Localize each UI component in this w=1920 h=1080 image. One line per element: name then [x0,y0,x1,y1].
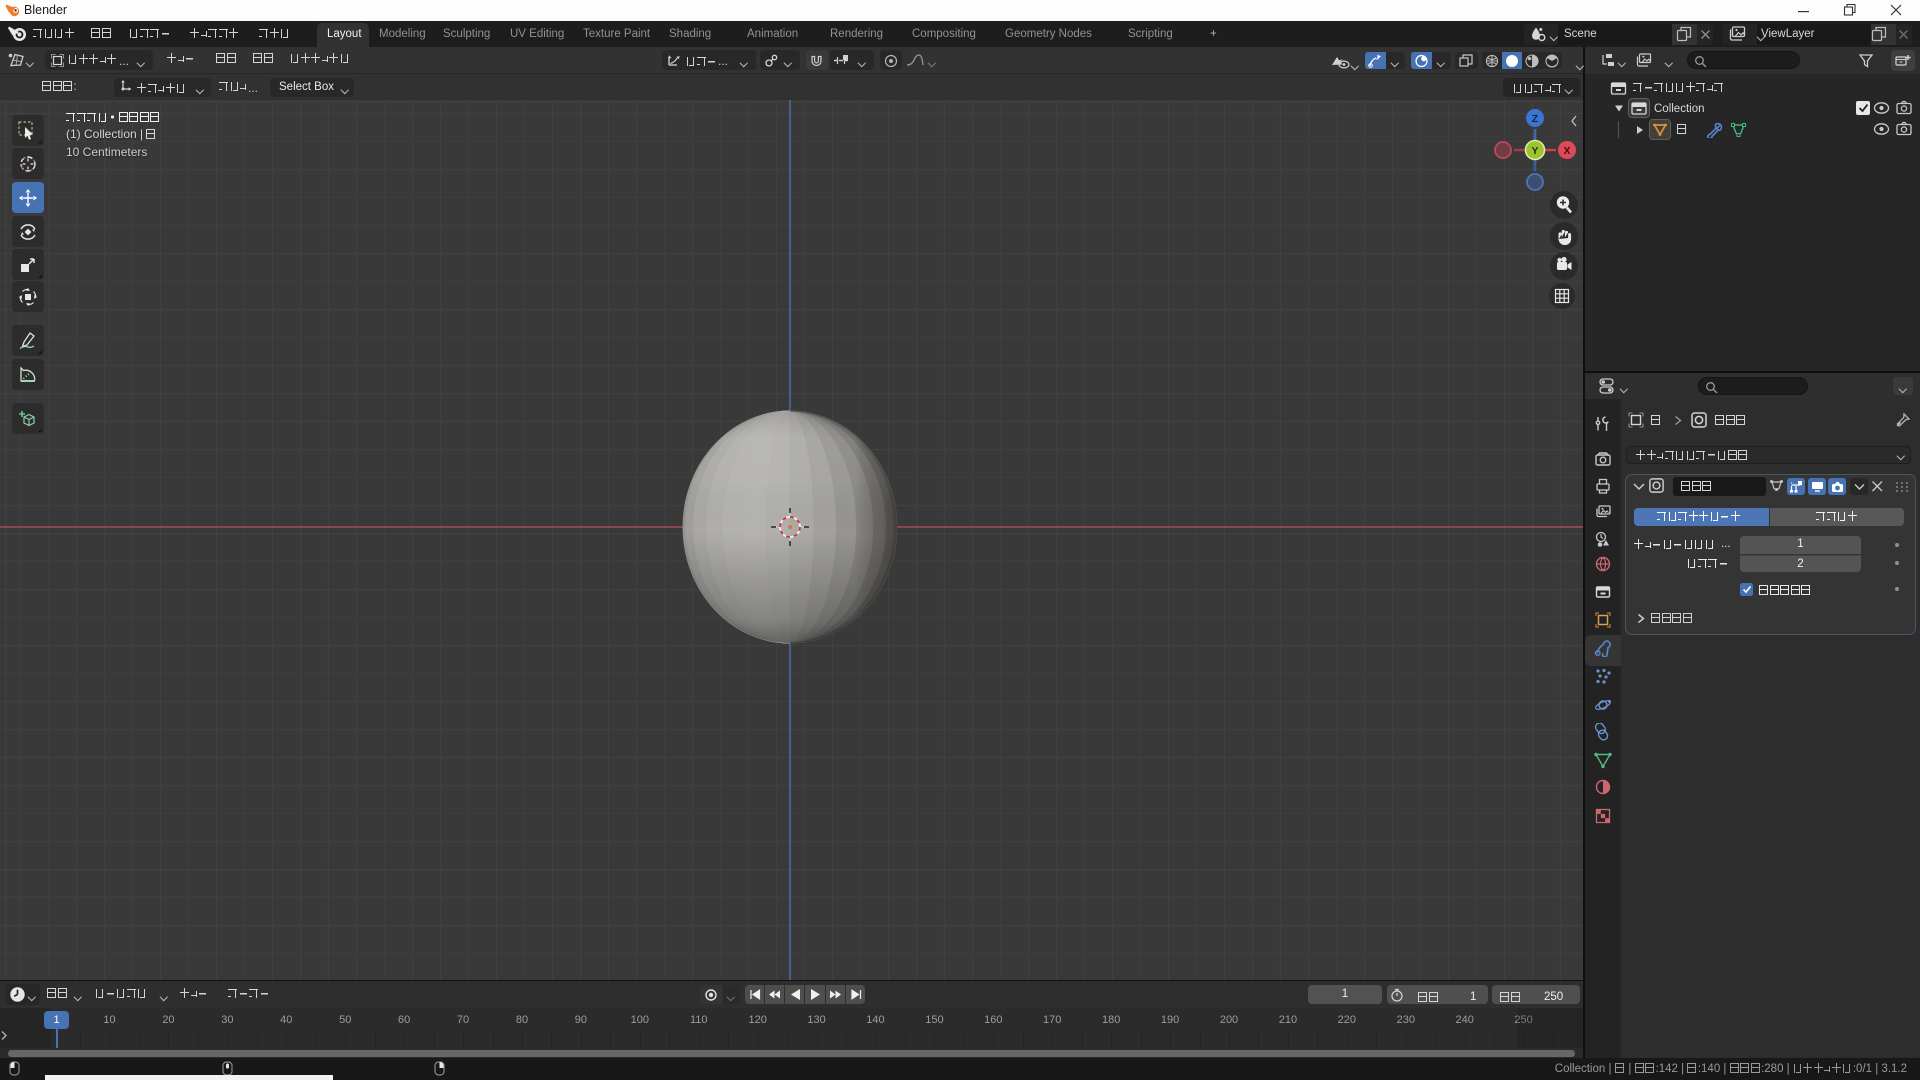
svg-text:X: X [1563,145,1570,157]
svg-text:Y: Y [1531,145,1538,157]
svg-text:Z: Z [1532,113,1539,125]
